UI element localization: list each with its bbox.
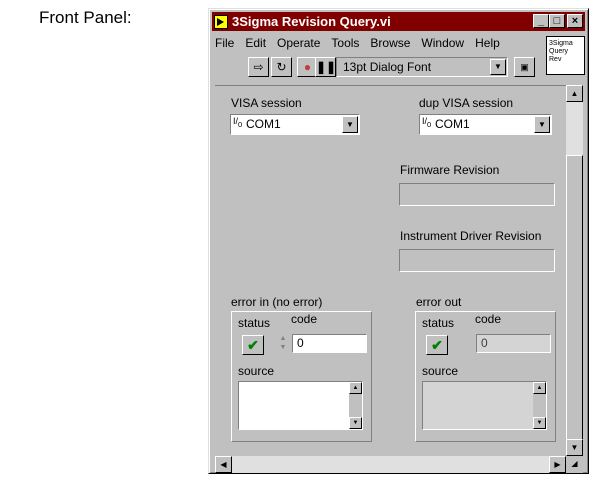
resize-grip-icon[interactable]: ◢ [566,456,583,473]
error-in-code-label: code [291,312,318,326]
error-out-source-field: ▲ ▼ [422,381,547,430]
error-out-source-label: source [422,364,459,378]
error-out-cluster: status code ✔ 0 source ▲ ▼ [415,311,556,442]
front-panel-caption: Front Panel: [39,8,132,27]
firmware-revision-indicator [399,183,555,206]
scrollbar[interactable]: ▲ ▼ [349,382,362,429]
toolbar: ⇨ ↻ ● ❚❚ 13pt Dialog Font ▼ ▣ [215,54,545,80]
check-icon[interactable]: ✔ [242,335,264,355]
scroll-up-icon[interactable]: ▲ [349,382,362,394]
visa-session-label: VISA session [231,96,302,110]
scroll-left-icon[interactable]: ◀ [215,456,232,473]
error-in-source-field[interactable]: ▲ ▼ [238,381,363,430]
visa-io-icon: I/0 [233,116,243,129]
vi-icon-line: 3Sigma [549,40,573,47]
error-out-code-label: code [475,312,502,326]
error-in-cluster: status code ✔ ▲ ▼ 0 source ▲ ▼ [231,311,372,442]
vi-icon-line: Rev [549,56,562,63]
scroll-up-icon[interactable]: ▲ [566,85,583,102]
error-in-source-label: source [238,364,275,378]
pause-icon[interactable]: ❚❚ [315,57,336,77]
align-objects-icon[interactable]: ▣ [514,57,535,77]
run-arrow-icon[interactable]: ⇨ [248,57,269,77]
run-continuous-icon[interactable]: ↻ [271,57,292,77]
minimize-button[interactable]: _ [533,14,549,28]
maximize-button[interactable]: □ [549,14,565,28]
dup-visa-session-indicator[interactable]: I/0 COM1 ▼ [419,114,552,135]
visa-session-control[interactable]: I/0 COM1 ▼ [230,114,360,135]
vi-icon[interactable]: 3Sigma Query Rev [546,36,585,75]
firmware-revision-label: Firmware Revision [400,163,500,177]
scroll-down-icon[interactable]: ▼ [533,417,546,429]
close-button[interactable]: × [567,14,583,28]
title-bar[interactable]: 3Sigma Revision Query.vi _ □ × [212,12,585,31]
error-in-label: error in (no error) [231,295,323,309]
error-in-code-value[interactable]: 0 [292,334,367,353]
scroll-thumb[interactable] [566,155,583,455]
horizontal-scrollbar[interactable]: ◀ ▶ [215,456,566,473]
vi-run-icon [214,14,228,29]
chevron-down-icon[interactable]: ▼ [342,116,358,133]
error-out-code-value: 0 [476,334,551,353]
visa-session-value: COM1 [246,117,281,131]
dup-visa-session-label: dup VISA session [419,96,514,110]
font-select-label: 13pt Dialog Font [343,60,432,74]
menu-window[interactable]: Window [421,36,464,54]
menu-browse[interactable]: Browse [370,36,410,54]
labview-window: 3Sigma Revision Query.vi _ □ × File Edit… [208,8,589,474]
menu-help[interactable]: Help [475,36,500,54]
scrollbar[interactable]: ▲ ▼ [533,382,546,429]
check-icon: ✔ [426,335,448,355]
menu-operate[interactable]: Operate [277,36,320,54]
error-in-status-label: status [238,316,271,330]
dup-visa-session-value: COM1 [435,117,470,131]
chevron-down-icon[interactable]: ▼ [490,59,506,75]
menu-bar: File Edit Operate Tools Browse Window He… [215,36,511,54]
spinner-icon[interactable]: ▲ ▼ [278,334,288,353]
front-panel: VISA session I/0 COM1 ▼ dup VISA session… [215,85,566,457]
menu-edit[interactable]: Edit [245,36,266,54]
menu-file[interactable]: File [215,36,234,54]
window-title: 3Sigma Revision Query.vi [232,14,391,29]
scroll-right-icon[interactable]: ▶ [549,456,566,473]
chevron-down-icon[interactable]: ▼ [534,116,550,133]
font-select[interactable]: 13pt Dialog Font ▼ [336,57,508,77]
vertical-scrollbar[interactable]: ▲ ▼ [566,85,583,456]
error-out-status-label: status [422,316,455,330]
visa-io-icon: I/0 [422,116,432,129]
driver-revision-label: Instrument Driver Revision [400,229,542,243]
scroll-up-icon[interactable]: ▲ [533,382,546,394]
driver-revision-indicator [399,249,555,272]
scroll-down-icon[interactable]: ▼ [566,439,583,456]
scroll-down-icon[interactable]: ▼ [349,417,362,429]
menu-tools[interactable]: Tools [331,36,359,54]
vi-icon-line: Query [549,48,569,55]
error-out-label: error out [416,295,462,309]
